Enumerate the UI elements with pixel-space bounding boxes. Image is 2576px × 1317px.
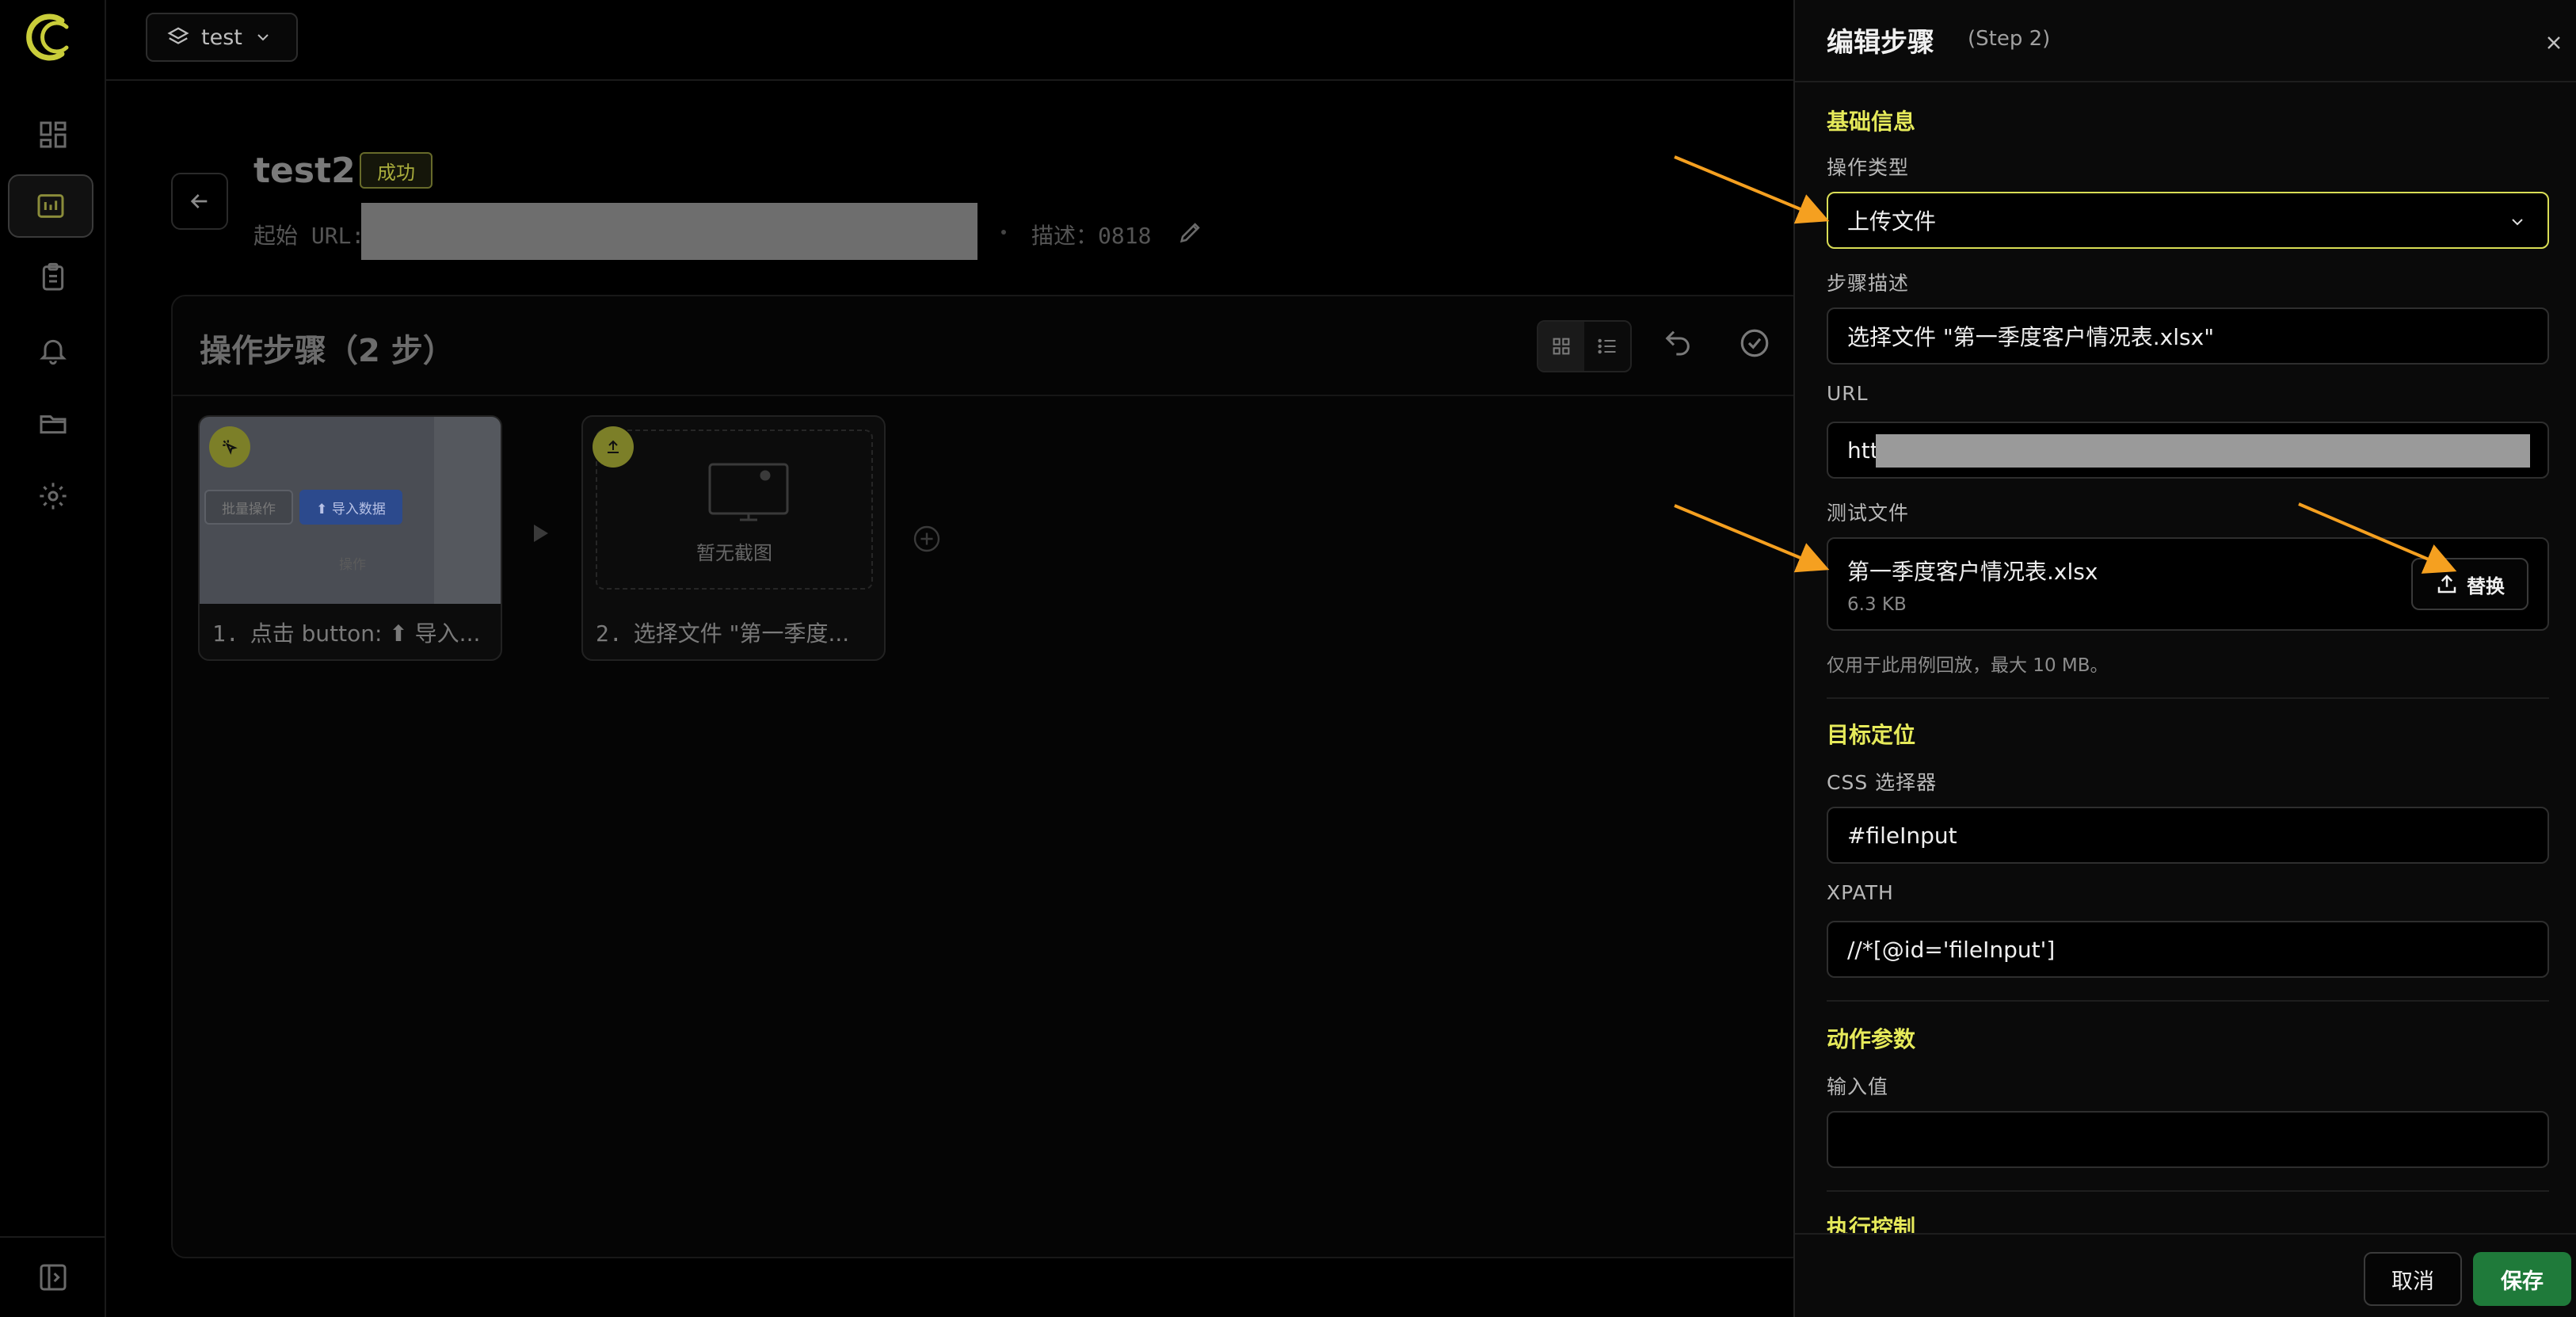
url-input[interactable]: htt — [1827, 422, 2549, 479]
status-badge: 成功 — [360, 152, 433, 189]
app-logo-icon[interactable] — [22, 11, 74, 63]
step-number: 1. — [212, 620, 239, 647]
drawer-footer: 取消 保存 — [1795, 1233, 2576, 1317]
thumb-import-button: ⬆ 导入数据 — [299, 490, 402, 525]
upload-icon — [593, 426, 634, 468]
css-selector-value: #fileInput — [1847, 822, 1957, 849]
close-icon[interactable] — [2543, 32, 2565, 57]
section-action-params: 动作参数 — [1827, 1026, 1916, 1052]
test-file-label: 测试文件 — [1827, 502, 1910, 525]
file-hint: 仅用于此用例回放，最大 10 MB。 — [1827, 655, 2109, 676]
step-label: 点击 button: ⬆ 导入... — [250, 620, 481, 647]
chevron-down-icon — [2512, 219, 2523, 226]
drawer-step-tag: (Step 2) — [1968, 27, 2051, 51]
url-label: URL — [1827, 382, 1869, 405]
test-file-box: 第一季度客户情况表.xlsx 6.3 KB 替换 — [1827, 537, 2549, 631]
xpath-value: //*[@id='fileInput'] — [1847, 936, 2056, 963]
step-desc-input[interactable]: 选择文件 "第一季度客户情况表.xlsx" — [1827, 307, 2549, 365]
gear-icon[interactable] — [0, 464, 106, 528]
cancel-button[interactable]: 取消 — [2364, 1252, 2462, 1306]
step-screenshot-thumbnail: 批量操作 ⬆ 导入数据 操作 — [200, 417, 501, 604]
cursor-click-icon — [209, 426, 250, 468]
action-type-label: 操作类型 — [1827, 156, 1910, 179]
section-basic-info: 基础信息 — [1827, 109, 1916, 135]
case-description: 描述：0818 — [1031, 223, 1152, 249]
xpath-input[interactable]: //*[@id='fileInput'] — [1827, 921, 2549, 978]
divider — [1827, 1190, 2549, 1192]
section-target-locate: 目标定位 — [1827, 722, 1916, 748]
css-selector-label: CSS 选择器 — [1827, 771, 1938, 794]
start-url-label: 起始 URL: — [253, 223, 365, 249]
grid-view-icon[interactable] — [1538, 322, 1584, 371]
thumb-operation-label: 操作 — [339, 557, 366, 573]
action-type-select[interactable]: 上传文件 — [1827, 192, 2549, 249]
divider — [1827, 1000, 2549, 1002]
project-name: test — [201, 25, 242, 50]
left-rail — [0, 0, 106, 1317]
step-card-1[interactable]: 批量操作 ⬆ 导入数据 操作 1. 点击 button: ⬆ 导入... — [198, 415, 502, 661]
project-selector[interactable]: test — [146, 13, 298, 62]
action-type-value: 上传文件 — [1847, 208, 1937, 235]
url-value: htt — [1847, 437, 1879, 464]
dashboard-icon[interactable] — [0, 103, 106, 166]
file-size: 6.3 KB — [1847, 594, 1907, 615]
layers-icon — [167, 27, 189, 44]
clipboard-icon[interactable] — [0, 246, 106, 309]
step-empty-thumbnail: 暂无截图 — [583, 417, 884, 604]
thumb-batch-button: 批量操作 — [204, 490, 293, 525]
undo-icon[interactable] — [1662, 326, 1694, 361]
divider — [1827, 697, 2549, 699]
play-arrow-icon — [534, 525, 548, 542]
thumb-side-column — [434, 417, 501, 604]
save-button[interactable]: 保存 — [2473, 1252, 2571, 1306]
step-desc-label: 步骤描述 — [1827, 272, 1910, 295]
drawer-header: 编辑步骤 (Step 2) — [1795, 0, 2576, 82]
chevron-down-icon — [257, 34, 269, 41]
step-label: 选择文件 "第一季度... — [633, 620, 850, 647]
steps-panel-header: 操作步骤（2 步） — [173, 296, 1804, 396]
xpath-label: XPATH — [1827, 881, 1894, 904]
input-value-field[interactable] — [1827, 1111, 2549, 1168]
arrow-left-icon — [190, 194, 208, 208]
collapse-sidebar-icon[interactable] — [0, 1236, 106, 1317]
list-view-icon[interactable] — [1584, 322, 1630, 371]
folder-icon[interactable] — [0, 391, 106, 455]
no-screenshot-text: 暂无截图 — [696, 542, 772, 564]
css-selector-input[interactable]: #fileInput — [1827, 807, 2549, 864]
check-circle-icon[interactable] — [1738, 326, 1771, 363]
step-number: 2. — [596, 620, 623, 647]
view-toggle — [1537, 320, 1632, 372]
add-step-icon[interactable] — [913, 525, 941, 553]
step-caption-2: 2. 选择文件 "第一季度... — [596, 617, 849, 648]
start-url-redacted — [361, 203, 977, 260]
empty-screenshot-frame: 暂无截图 — [596, 429, 873, 590]
test-cases-icon[interactable] — [8, 174, 93, 238]
replace-file-button[interactable]: 替换 — [2411, 558, 2528, 610]
url-redacted — [1876, 434, 2530, 468]
file-name: 第一季度客户情况表.xlsx — [1847, 559, 2098, 585]
step-desc-value: 选择文件 "第一季度客户情况表.xlsx" — [1847, 324, 2215, 350]
edit-pencil-icon[interactable] — [1177, 219, 1204, 249]
steps-panel-title: 操作步骤（2 步） — [200, 333, 455, 369]
step-card-2[interactable]: 暂无截图 2. 选择文件 "第一季度... — [581, 415, 886, 661]
top-bar: test — [106, 0, 1793, 81]
edit-step-drawer: 编辑步骤 (Step 2) 基础信息 操作类型 上传文件 步骤描述 选择文件 "… — [1793, 0, 2576, 1317]
bell-icon[interactable] — [0, 319, 106, 382]
upload-icon — [2437, 575, 2456, 594]
monitor-icon — [708, 463, 789, 521]
drawer-title: 编辑步骤 — [1827, 27, 1934, 59]
input-value-label: 输入值 — [1827, 1075, 1889, 1098]
step-caption-1: 1. 点击 button: ⬆ 导入... — [212, 617, 480, 648]
case-title: test2 — [253, 151, 356, 191]
back-button[interactable] — [171, 173, 228, 230]
separator-dot — [1001, 230, 1006, 235]
replace-label: 替换 — [2467, 575, 2505, 597]
